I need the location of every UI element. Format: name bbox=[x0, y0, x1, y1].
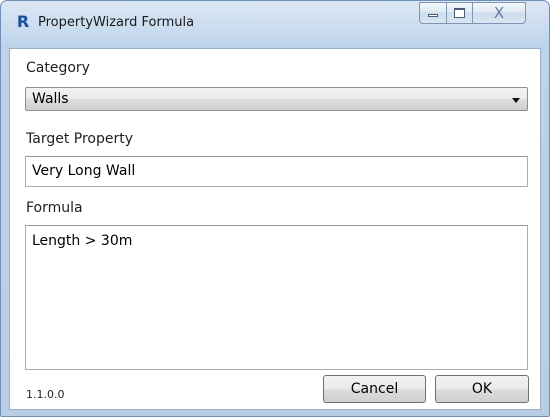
cancel-button[interactable]: Cancel bbox=[323, 375, 426, 403]
target-property-value: Very Long Wall bbox=[32, 163, 136, 179]
maximize-icon bbox=[454, 8, 465, 18]
formula-label: Formula bbox=[26, 200, 83, 216]
category-selected-value: Walls bbox=[32, 91, 69, 107]
revit-app-icon: R bbox=[16, 12, 30, 31]
category-label: Category bbox=[26, 60, 90, 76]
target-property-label: Target Property bbox=[26, 131, 134, 147]
formula-value: Length > 30m bbox=[32, 233, 133, 249]
dialog-window: R PropertyWizard Formula X Category Wall… bbox=[0, 0, 550, 417]
version-label: 1.1.0.0 bbox=[26, 388, 65, 401]
formula-input[interactable]: Length > 30m bbox=[25, 225, 528, 370]
close-button[interactable]: X bbox=[472, 2, 526, 24]
category-dropdown[interactable]: Walls bbox=[25, 87, 528, 111]
close-icon: X bbox=[493, 4, 505, 22]
title-bar[interactable]: R PropertyWizard Formula X bbox=[1, 1, 549, 47]
dialog-content: Category Walls Target Property Very Long… bbox=[9, 48, 541, 410]
minimize-icon bbox=[428, 14, 438, 17]
target-property-input[interactable]: Very Long Wall bbox=[25, 156, 528, 187]
dropdown-arrow-icon bbox=[512, 98, 520, 103]
maximize-button[interactable] bbox=[446, 2, 472, 24]
window-title: PropertyWizard Formula bbox=[38, 15, 195, 30]
minimize-button[interactable] bbox=[419, 2, 446, 24]
ok-button[interactable]: OK bbox=[435, 375, 529, 403]
caption-buttons: X bbox=[419, 2, 544, 26]
